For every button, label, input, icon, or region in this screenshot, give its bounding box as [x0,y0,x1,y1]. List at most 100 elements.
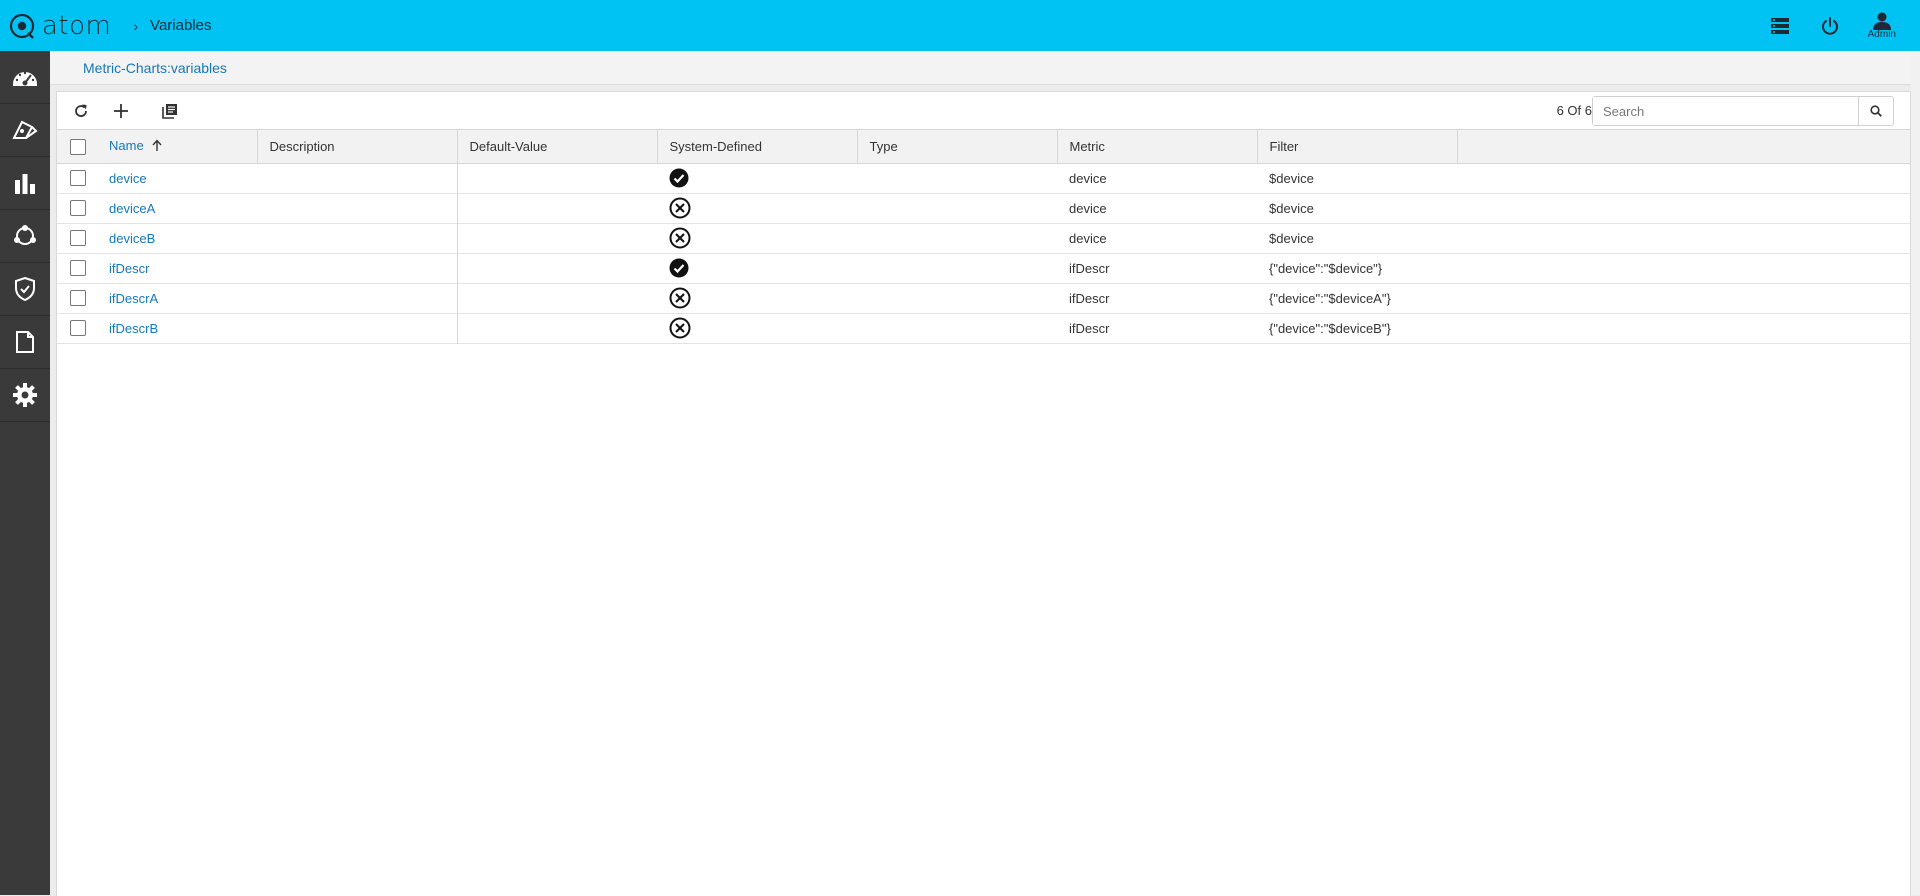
column-header-type[interactable]: Type [857,130,1058,164]
variable-name-link[interactable]: deviceA [109,201,155,216]
table-body: device device $device deviceA device $device d… [57,163,1910,343]
column-header-description[interactable]: Description [257,130,458,164]
check-circle-icon [669,168,689,191]
refresh-button[interactable] [69,99,93,123]
header-actions: Admin [1768,0,1896,51]
cancel-circle-icon [669,317,691,342]
search-button[interactable] [1858,97,1893,125]
breadcrumb: Metric-Charts:variables [50,51,1911,85]
column-header-filler [1457,130,1910,164]
cell-default-value [457,193,657,223]
dashboard-icon [13,71,37,86]
sidebar-item-settings[interactable] [0,369,50,422]
search-icon [1870,105,1882,117]
cell-system-defined [657,223,857,253]
row-checkbox[interactable] [70,170,86,187]
row-select-cell [57,223,97,253]
page-scrollbar[interactable] [1911,51,1920,895]
power-icon[interactable] [1818,14,1842,38]
column-header-filter[interactable]: Filter [1257,130,1458,164]
cancel-circle-icon [669,227,691,252]
variable-name-link[interactable]: ifDescr [109,261,149,276]
cell-filler [1457,163,1910,193]
variable-name-link[interactable]: deviceB [109,231,155,246]
cell-system-defined [657,283,857,313]
check-circle-icon [669,258,689,281]
cell-filter: $device [1269,230,1314,246]
row-checkbox[interactable] [70,260,86,277]
sidebar-item-dashboard[interactable] [0,51,50,104]
variables-table: Name Description Default-Value System-De… [57,130,1910,344]
cell-filter: {"device":"$deviceB"} [1269,320,1391,336]
cell-name: ifDescrB [97,313,257,343]
variables-panel: 6 Of 6 Name Description Default-Value Sy… [56,91,1911,896]
sidebar-item-charts[interactable] [0,157,50,210]
toolbar: 6 Of 6 [57,92,1910,130]
row-checkbox[interactable] [70,230,86,247]
row-select-cell [57,193,97,223]
row-select-cell [57,253,97,283]
cell-name: device [97,163,257,193]
documents-icon [16,331,34,353]
cell-type [857,193,1057,223]
cell-name: deviceB [97,223,257,253]
search-input[interactable] [1593,97,1858,125]
breadcrumb-link[interactable]: Metric-Charts:variables [83,60,227,76]
cell-metric: device [1069,200,1107,216]
top-bar: atom › Variables Admin [0,0,1920,51]
table-row[interactable]: ifDescrA ifDescr {"device":"$deviceA"} [57,283,1910,313]
sidebar-item-security[interactable] [0,263,50,316]
select-all-checkbox[interactable] [70,138,86,155]
cell-filler [1457,283,1910,313]
app-logo-text: atom [42,10,112,41]
variable-name-link[interactable]: ifDescrA [109,291,158,306]
sort-ascending-icon[interactable] [152,139,162,154]
cell-default-value [457,283,657,313]
row-checkbox[interactable] [70,320,86,337]
column-header-name[interactable]: Name [97,130,258,164]
header-select-cell [57,130,97,164]
cell-filter: $device [1269,200,1314,216]
devices-icon [12,120,38,139]
cell-description [257,313,458,343]
sidebar-item-topology[interactable] [0,210,50,263]
column-header-default-value[interactable]: Default-Value [457,130,658,164]
cell-default-value [457,223,657,253]
library-button[interactable] [158,99,182,123]
cell-filter: {"device":"$deviceA"} [1269,290,1391,306]
variable-name-link[interactable]: device [109,171,147,186]
cancel-circle-icon [669,197,691,222]
settings-icon [13,383,37,407]
user-icon [1872,12,1891,30]
charts-icon [15,174,35,194]
table-row[interactable]: deviceB device $device [57,223,1910,253]
column-header-system-defined[interactable]: System-Defined [657,130,858,164]
row-checkbox[interactable] [70,200,86,217]
cancel-circle-icon [669,287,691,312]
table-row[interactable]: ifDescr ifDescr {"device":"$device"} [57,253,1910,283]
cell-type [857,163,1057,193]
sidebar-item-documents[interactable] [0,316,50,369]
cell-type [857,283,1057,313]
row-checkbox[interactable] [70,290,86,307]
row-select-cell [57,283,97,313]
cell-metric: ifDescr [1069,290,1110,306]
add-button[interactable] [109,99,133,123]
table-row[interactable]: ifDescrB ifDescr {"device":"$deviceB"} [57,313,1910,343]
app-logo[interactable]: atom [8,11,111,41]
row-select-cell [57,163,97,193]
column-header-metric[interactable]: Metric [1057,130,1258,164]
cell-description [257,223,458,253]
cell-filler [1457,253,1910,283]
cell-default-value [457,163,657,193]
variable-name-link[interactable]: ifDescrB [109,321,158,336]
list-icon[interactable] [1768,14,1792,38]
user-menu[interactable]: Admin [1868,12,1896,40]
cell-description [257,283,458,313]
atom-logo-icon [9,13,35,39]
table-row[interactable]: deviceA device $device [57,193,1910,223]
cell-filler [1457,193,1910,223]
cell-type [857,253,1057,283]
sidebar-item-devices[interactable] [0,104,50,157]
table-row[interactable]: device device $device [57,163,1910,193]
